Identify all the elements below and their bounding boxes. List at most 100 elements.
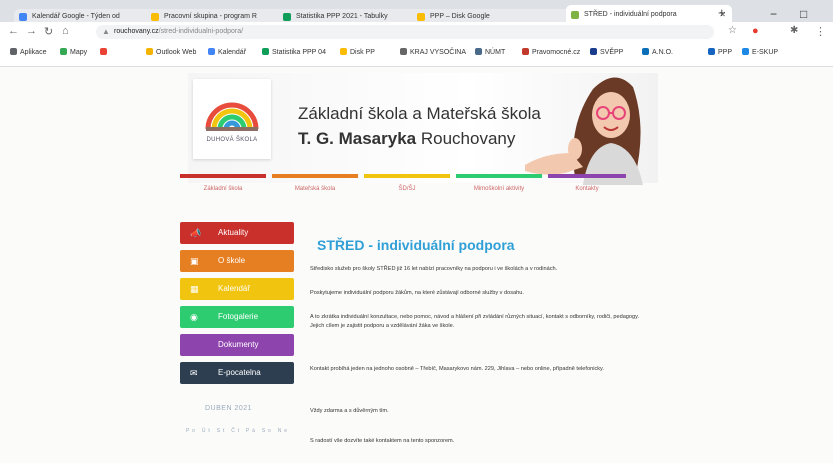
apps-grid-icon [10, 48, 17, 55]
bookmarks-bar: Aplikace Mapy Outlook Web Kalendář Stati… [0, 42, 833, 67]
sidebar-item-o-skole[interactable]: ▣ O škole [180, 250, 294, 272]
nav-materska-skola[interactable]: Mateřská škola [272, 174, 358, 204]
extension-icon[interactable]: ● [752, 25, 759, 37]
youtube-icon [100, 48, 107, 55]
url-path: /stred-individualni-podpora/ [158, 28, 244, 35]
bookmark-numt[interactable]: NÚMT [475, 48, 505, 56]
bookmark-calendar[interactable]: Kalendář [208, 48, 246, 56]
camera-icon: ◉ [190, 312, 198, 322]
bookmark-pravomocne[interactable]: Pravomocné.cz [522, 48, 580, 56]
bookmark-disk[interactable]: Disk PP [340, 48, 375, 56]
back-icon[interactable]: ← [8, 25, 19, 37]
paragraph: S radostí vše dozvíte také kontaktem na … [310, 438, 455, 444]
calendar-icon: ▦ [190, 284, 199, 294]
law-icon [522, 48, 529, 55]
home-icon[interactable]: ⌂ [62, 25, 69, 37]
nav-color-bar [364, 174, 450, 178]
web-page: DUHOVÁ ŠKOLA Základní škola a Mateřská š… [0, 67, 833, 463]
calendar-favicon-icon [19, 13, 27, 21]
sidebar-item-aktuality[interactable]: 📣 Aktuality [180, 222, 294, 244]
school-icon: ▣ [190, 256, 199, 266]
url-host: rouchovany.cz [114, 28, 159, 35]
sidebar-item-e-pocatelna[interactable]: ✉ E-pocatelna [180, 362, 294, 384]
girl-photo [525, 77, 643, 185]
rainbow-logo-icon [205, 102, 259, 131]
nav-color-bar [456, 174, 542, 178]
drive-icon [340, 48, 347, 55]
sidebar-item-dokumenty[interactable]: Dokumenty [180, 334, 294, 356]
eskup-icon [742, 48, 749, 55]
address-toolbar: ← → ↻ ⌂ ▲ rouchovany.cz/stred-individual… [0, 22, 833, 42]
tab-title: Pracovní skupina - program R [164, 13, 257, 20]
calendar-icon [208, 48, 215, 55]
bookmark-kraj[interactable]: KRAJ VYSOČINA [400, 48, 466, 56]
bookmark-apps[interactable]: Aplikace [10, 48, 46, 56]
star-icon[interactable]: ☆ [728, 25, 737, 36]
sheets-favicon-icon [283, 13, 291, 21]
school-name-rest: Rouchovany [416, 129, 516, 148]
nav-label: ŠD/ŠJ [398, 186, 416, 192]
nav-label: Mimoškolní aktivity [473, 186, 525, 192]
url-input[interactable]: ▲ rouchovany.cz/stred-individualni-podpo… [96, 25, 714, 39]
sidebar-item-fotogalerie[interactable]: ◉ Fotogalerie [180, 306, 294, 328]
bookmark-eskup[interactable]: E-SKUP [742, 48, 778, 56]
globe-icon [400, 48, 407, 55]
nav-label: Mateřská škola [294, 186, 336, 192]
logo-text: DUHOVÁ ŠKOLA [206, 137, 258, 143]
bookmark-svepp[interactable]: SVĚPP [590, 48, 623, 56]
paragraph: Vždy zdarma a s důvěrným tím. [310, 408, 389, 414]
school-name-line2: T. G. Masaryka Rouchovany [298, 129, 515, 149]
maximize-icon[interactable]: □ [800, 7, 807, 21]
bookmark-ano[interactable]: A.N.O. [642, 48, 673, 56]
tab-title: Statistika PPP 2021 - Tabulky [296, 13, 388, 20]
nav-label: Základní škola [203, 186, 243, 192]
sidebar-item-kalendar[interactable]: ▦ Kalendář [180, 278, 294, 300]
school-logo[interactable]: DUHOVÁ ŠKOLA [193, 79, 271, 159]
browser-tab-strip: Kalendář Google - Týden od ✕ Pracovní sk… [0, 0, 833, 25]
tab-title: PPP – Disk Google [430, 13, 490, 20]
paragraph: Kontakt probíhá jeden na jednoho osobně … [310, 366, 604, 372]
minimize-icon[interactable]: − [770, 7, 777, 21]
numt-icon [475, 48, 482, 55]
nav-kontakty[interactable]: Kontakty [548, 174, 626, 204]
reload-icon[interactable]: ↻ [44, 25, 53, 38]
new-tab-icon[interactable]: + [718, 5, 726, 20]
sheets-icon [262, 48, 269, 55]
tab-title: STŘED - individuální podpora [584, 11, 677, 18]
bookmark-outlook[interactable]: Outlook Web [146, 48, 196, 56]
site-favicon-icon [571, 11, 579, 19]
tab-title: Kalendář Google - Týden od [32, 13, 120, 20]
puzzle-icon[interactable]: ✱ [790, 25, 798, 36]
nav-label: Kontakty [575, 186, 599, 192]
paragraph: Poskytujeme individuální podporu žákům, … [310, 290, 524, 296]
ano-icon [642, 48, 649, 55]
nav-zakladni-skola[interactable]: Základní škola [180, 174, 266, 204]
nav-color-bar [272, 174, 358, 178]
bookmark-statistics[interactable]: Statistika PPP 04 [262, 48, 326, 56]
top-navigation: Základní škola Mateřská škola ŠD/ŠJ Mimo… [180, 174, 630, 204]
nav-color-bar [180, 174, 266, 178]
paragraph: A to zkrátka individuální konzultace, ne… [310, 314, 640, 329]
nav-color-bar [548, 174, 626, 178]
drive-favicon-icon [417, 13, 425, 21]
paragraph: Středisko služeb pro školy STŘED již 16 … [310, 266, 558, 272]
bookmark-youtube[interactable] [100, 48, 110, 56]
bookmark-maps[interactable]: Mapy [60, 48, 87, 56]
page-title: STŘED - individuální podpora [317, 237, 515, 253]
play-icon [590, 48, 597, 55]
calendar-weekdays: Po Út St Čt Pá So Ne [186, 428, 290, 434]
nav-sd-sj[interactable]: ŠD/ŠJ [364, 174, 450, 204]
school-name-bold: T. G. Masaryka [298, 129, 417, 148]
warning-icon: ▲ [102, 27, 110, 36]
drive-favicon-icon [151, 13, 159, 21]
mail-icon: ✉ [190, 368, 198, 378]
ppp-icon [708, 48, 715, 55]
menu-icon[interactable]: ⋮ [815, 25, 826, 38]
nav-aktivity[interactable]: Mimoškolní aktivity [456, 174, 542, 204]
maps-icon [60, 48, 67, 55]
forward-icon[interactable]: → [26, 25, 37, 37]
calendar-month-title: DUBEN 2021 [205, 405, 253, 412]
megaphone-icon: 📣 [190, 228, 202, 238]
outlook-icon [146, 48, 153, 55]
bookmark-ppp[interactable]: PPP [708, 48, 732, 56]
